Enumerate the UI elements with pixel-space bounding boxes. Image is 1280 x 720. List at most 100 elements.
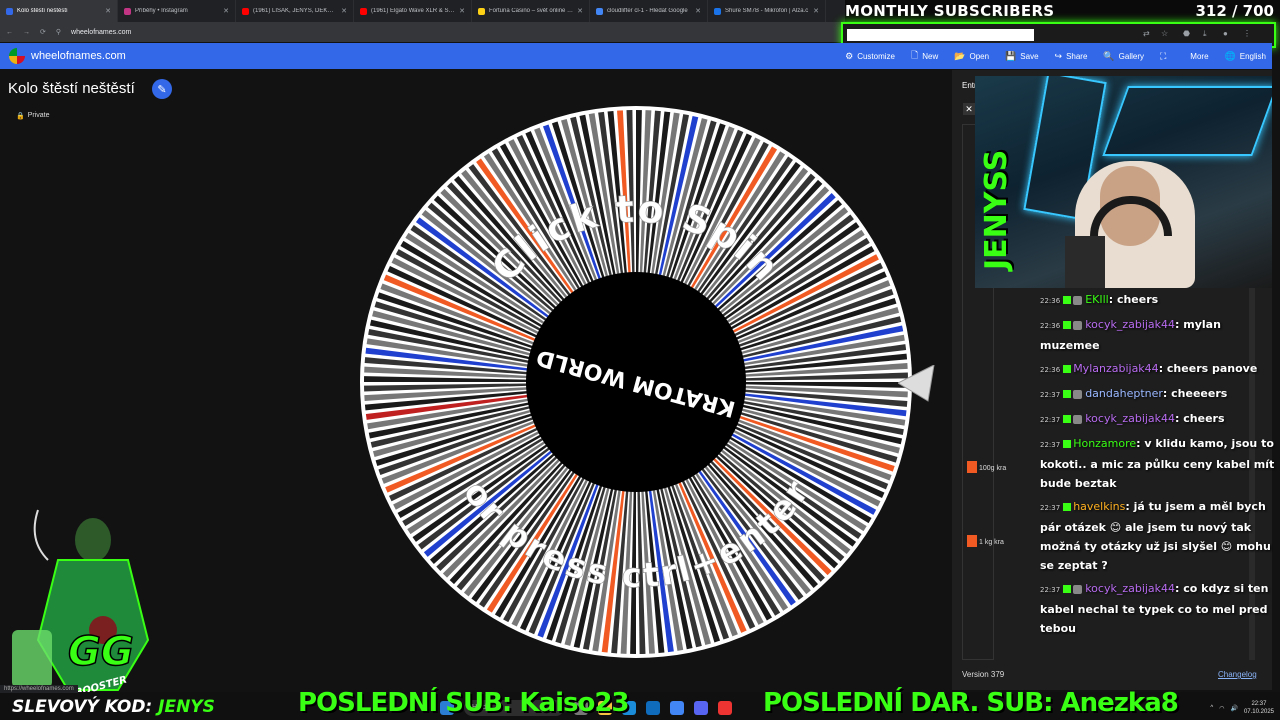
booster-mascot: GG BOOSTER bbox=[12, 509, 150, 699]
chat-text: : cheers bbox=[1175, 412, 1225, 425]
spin-wheel[interactable]: KRATOM WORLD Click to Spin or press ctrl… bbox=[360, 106, 912, 658]
last-sub-ticker: POSLEDNÍ SUB: Kaiso23 bbox=[298, 688, 630, 718]
tab-favicon-icon bbox=[6, 7, 13, 15]
obs-icon[interactable] bbox=[718, 701, 732, 715]
sub-badge-icon bbox=[1063, 321, 1072, 329]
url-text[interactable]: wheelofnames.com bbox=[71, 29, 131, 36]
promo-code-value: JENYS bbox=[158, 697, 215, 717]
site-info-icon[interactable]: ⚲ bbox=[56, 28, 61, 36]
subs-progress-fill bbox=[847, 29, 1034, 41]
wheel-logo-icon[interactable] bbox=[9, 48, 25, 64]
monthly-subs-header: MONTHLY SUBSCRIBERS 312 / 700 bbox=[845, 0, 1280, 22]
menu-item-label: Share bbox=[1066, 51, 1088, 61]
entry-color-mark bbox=[967, 461, 977, 473]
close-icon[interactable]: ✕ bbox=[105, 7, 111, 15]
menu-item-fullscreen[interactable]: ⛶ bbox=[1160, 51, 1170, 62]
tab-title: (1961) LIŠÁK, JENYS, DĚKAN A bbox=[253, 8, 338, 14]
browser-tab[interactable]: Fortuna Casino – svět online ca ✕ bbox=[472, 0, 590, 22]
clock[interactable]: 22:37 07.10.2025 bbox=[1244, 700, 1274, 716]
browser-address-bar: ← → ⟳ ⚲ wheelofnames.com bbox=[0, 22, 845, 42]
menu-item-gallery[interactable]: 🔍 Gallery bbox=[1103, 51, 1144, 62]
sub-badge-icon bbox=[1063, 415, 1072, 423]
chat-message: 22:36 kocyk_zabijak44: mylan muzemee bbox=[1040, 315, 1280, 355]
user-badge-icon bbox=[1073, 389, 1083, 399]
chat-overlay: 22:36 EKIll: cheers 22:36 kocyk_zabijak44: … bbox=[1040, 290, 1280, 650]
menu-item-label: Open bbox=[969, 51, 990, 61]
browser-tab[interactable]: (1961) Elgato Wave XLR & Shu ✕ bbox=[354, 0, 472, 22]
shuffle-icon[interactable]: ✕ bbox=[963, 103, 975, 115]
browser-tab[interactable]: Kolo štěstí neštěstí ✕ bbox=[0, 0, 118, 22]
chat-message: 22:36 EKIll: cheers bbox=[1040, 290, 1280, 311]
browser-tab[interactable]: Shure SM7B - Mikrofon | Alza.c ✕ bbox=[708, 0, 826, 22]
chat-username: kocyk_zabijak44 bbox=[1085, 318, 1176, 331]
entry-item: 1 kg kra bbox=[979, 539, 1004, 546]
menu-item-label: English bbox=[1239, 51, 1266, 61]
menu-item-label: Save bbox=[1020, 51, 1039, 61]
user-badge-icon bbox=[1073, 414, 1083, 424]
store-icon[interactable] bbox=[646, 701, 660, 715]
menu-item-share[interactable]: ↪ Share bbox=[1055, 51, 1088, 62]
promo-code: SLEVOVÝ KOD: JENYS bbox=[12, 697, 215, 717]
reload-icon[interactable]: ⟳ bbox=[40, 28, 46, 36]
changelog-link[interactable]: Changelog bbox=[1218, 670, 1257, 679]
tab-title: Fortuna Casino – svět online ca bbox=[489, 8, 574, 14]
browser-tab[interactable]: Příběhy • Instagram ✕ bbox=[118, 0, 236, 22]
menu-item-label: New bbox=[922, 51, 939, 61]
chat-timestamp: 22:36 bbox=[1040, 366, 1061, 374]
chat-text: : cheers bbox=[1108, 293, 1159, 306]
wheel-pointer-icon bbox=[898, 365, 935, 402]
chat-timestamp: 22:36 bbox=[1040, 322, 1061, 330]
close-icon[interactable]: ✕ bbox=[341, 7, 347, 15]
menu-item-open[interactable]: 📂 Open bbox=[954, 51, 989, 62]
user-badge-icon bbox=[1073, 584, 1083, 594]
close-icon[interactable]: ✕ bbox=[223, 7, 229, 15]
sub-badge-icon bbox=[1063, 440, 1072, 448]
promo-label: SLEVOVÝ KOD: bbox=[12, 697, 159, 717]
menu-item-icon: ↪ bbox=[1054, 50, 1063, 61]
app-menu: ⚙ Customize 🗋 New 📂 Open 💾 Save ↪ Share 🔍 Gallery ⛶ M… bbox=[845, 43, 1266, 69]
edit-title-button[interactable]: ✎ bbox=[152, 79, 172, 99]
menu-item-more[interactable]: More bbox=[1186, 52, 1208, 61]
close-icon[interactable]: ✕ bbox=[813, 7, 819, 15]
menu-dots-icon[interactable]: ⋮ bbox=[1243, 29, 1251, 38]
menu-item-new[interactable]: 🗋 New bbox=[911, 48, 938, 64]
chat-username: Mylanzabijak44 bbox=[1073, 362, 1159, 375]
neon-sign bbox=[1102, 86, 1272, 156]
star-icon[interactable]: ☆ bbox=[1161, 29, 1168, 38]
extension-icon[interactable]: ⬣ bbox=[1183, 29, 1190, 38]
close-icon[interactable]: ✕ bbox=[577, 7, 583, 15]
browser-tab[interactable]: cloudlifter cl-1 - Hledat Google ✕ bbox=[590, 0, 708, 22]
discord-icon[interactable] bbox=[694, 701, 708, 715]
subs-count: 312 / 700 bbox=[1195, 2, 1274, 20]
sub-badge-icon bbox=[1063, 503, 1072, 511]
menu-item-save[interactable]: 💾 Save bbox=[1005, 51, 1038, 62]
profile-icon[interactable]: ● bbox=[1223, 29, 1228, 38]
translate-icon[interactable]: ⇄ bbox=[1143, 29, 1150, 38]
site-name[interactable]: wheelofnames.com bbox=[31, 50, 126, 62]
chat-timestamp: 22:37 bbox=[1040, 416, 1061, 424]
chat-message: 22:37 kocyk_zabijak44: co kdyz si ten kab… bbox=[1040, 579, 1280, 638]
chrome-icon[interactable] bbox=[670, 701, 684, 715]
close-icon[interactable]: ✕ bbox=[695, 7, 701, 15]
chat-username: kocyk_zabijak44 bbox=[1085, 582, 1176, 595]
menu-item-label: Gallery bbox=[1118, 51, 1144, 61]
wifi-icon[interactable]: ◠ bbox=[1219, 705, 1224, 712]
clock-date: 07.10.2025 bbox=[1243, 709, 1274, 715]
browser-tab[interactable]: (1961) LIŠÁK, JENYS, DĚKAN A ✕ bbox=[236, 0, 354, 22]
close-icon[interactable]: ✕ bbox=[459, 7, 465, 15]
back-icon[interactable]: ← bbox=[6, 29, 13, 36]
sub-badge-icon bbox=[1063, 365, 1072, 373]
tab-favicon-icon bbox=[360, 7, 367, 15]
chat-message: 22:36 Mylanzabijak44: cheers panove bbox=[1040, 359, 1280, 380]
svg-text:GG: GG bbox=[68, 629, 134, 675]
download-icon[interactable]: ⤓ bbox=[1203, 29, 1207, 39]
volume-icon[interactable]: 🔊 bbox=[1230, 705, 1237, 712]
menu-item-english[interactable]: 🌐 English bbox=[1225, 51, 1266, 62]
menu-item-customize[interactable]: ⚙ Customize bbox=[845, 51, 895, 62]
chevron-up-icon[interactable]: ^ bbox=[1210, 705, 1213, 711]
tab-favicon-icon bbox=[714, 7, 721, 15]
chat-timestamp: 22:37 bbox=[1040, 504, 1061, 512]
version-label: Version 379 bbox=[962, 670, 1005, 679]
forward-icon[interactable]: → bbox=[23, 29, 30, 36]
chat-username: kocyk_zabijak44 bbox=[1085, 412, 1176, 425]
